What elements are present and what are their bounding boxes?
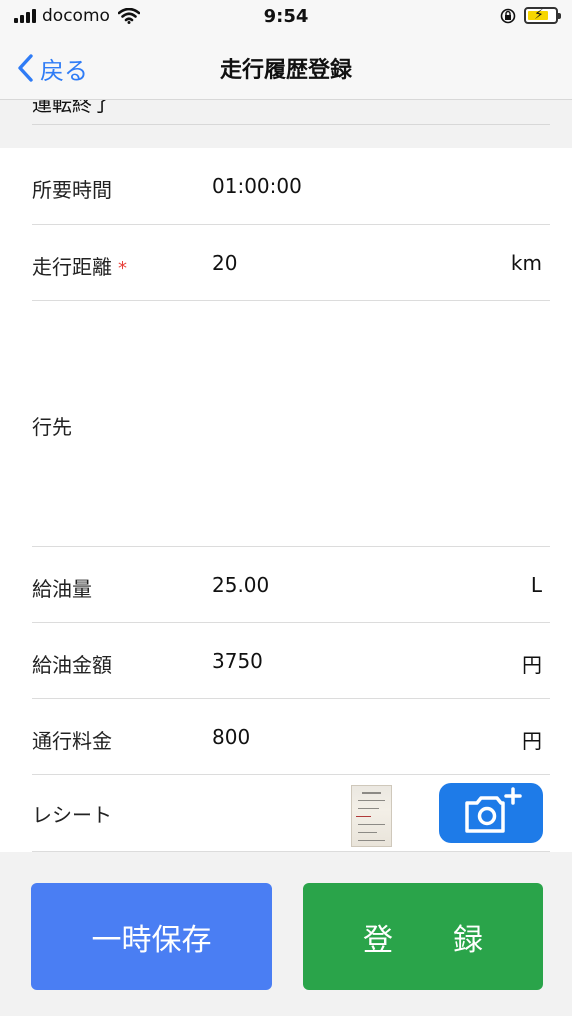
toll-label: 通行料金 (32, 729, 112, 753)
distance-unit: km (510, 251, 542, 275)
previous-section-label: 運転終了 (32, 100, 112, 116)
previous-section: 運転終了 (0, 100, 572, 148)
receipt-label: レシート (32, 803, 112, 827)
temp-save-button[interactable]: 一時保存 (31, 883, 272, 990)
distance-label-text: 走行距離 (32, 255, 112, 279)
required-mark: * (118, 258, 127, 279)
distance-field[interactable]: 20 (212, 251, 237, 275)
receipt-thumbnail[interactable] (351, 785, 392, 847)
fuel-cost-unit: 円 (522, 653, 542, 677)
fuel-amount-field[interactable]: 25.00 (212, 573, 269, 597)
bottom-action-bar: 一時保存 登 録 (0, 852, 572, 1016)
register-label-char: 登 (363, 922, 393, 958)
row-distance[interactable]: 走行距離 * 20 km (0, 225, 572, 301)
distance-label: 走行距離 * (32, 251, 127, 280)
divider (32, 124, 550, 125)
page-title: 走行履歴登録 (219, 58, 352, 83)
row-toll[interactable]: 通行料金 800 円 (0, 699, 572, 775)
status-time: 9:54 (263, 6, 309, 27)
row-destination[interactable]: 行先 (0, 301, 572, 547)
add-photo-button[interactable] (439, 783, 543, 843)
register-label-char: 録 (453, 922, 483, 958)
fuel-cost-label: 給油金額 (32, 653, 112, 677)
lock-rotation-icon (500, 8, 516, 23)
toll-unit: 円 (522, 729, 542, 753)
register-button[interactable]: 登 録 (303, 883, 543, 990)
toll-field[interactable]: 800 (212, 725, 250, 749)
row-fuel-cost[interactable]: 給油金額 3750 円 (0, 623, 572, 699)
status-right: ⚡ (500, 7, 561, 24)
row-fuel-amount[interactable]: 給油量 25.00 L (0, 547, 572, 623)
destination-label: 行先 (32, 415, 72, 439)
battery-charging-icon: ⚡ (524, 7, 561, 24)
status-bar: docomo 9:54 ⚡ (0, 0, 572, 36)
duration-value: 01:00:00 (212, 174, 302, 198)
nav-bar: 戻る 走行履歴登録 (0, 36, 572, 100)
row-receipt: レシート (0, 775, 572, 852)
duration-label: 所要時間 (32, 178, 112, 202)
form-scroll-area[interactable]: 運転終了 所要時間 01:00:00 走行距離 * 20 km 行先 給油量 25… (0, 100, 572, 852)
fuel-amount-unit: L (530, 573, 542, 597)
fuel-amount-label: 給油量 (32, 577, 92, 601)
camera-add-icon (465, 787, 522, 833)
row-duration: 所要時間 01:00:00 (0, 148, 572, 225)
fuel-cost-field[interactable]: 3750 (212, 649, 263, 673)
